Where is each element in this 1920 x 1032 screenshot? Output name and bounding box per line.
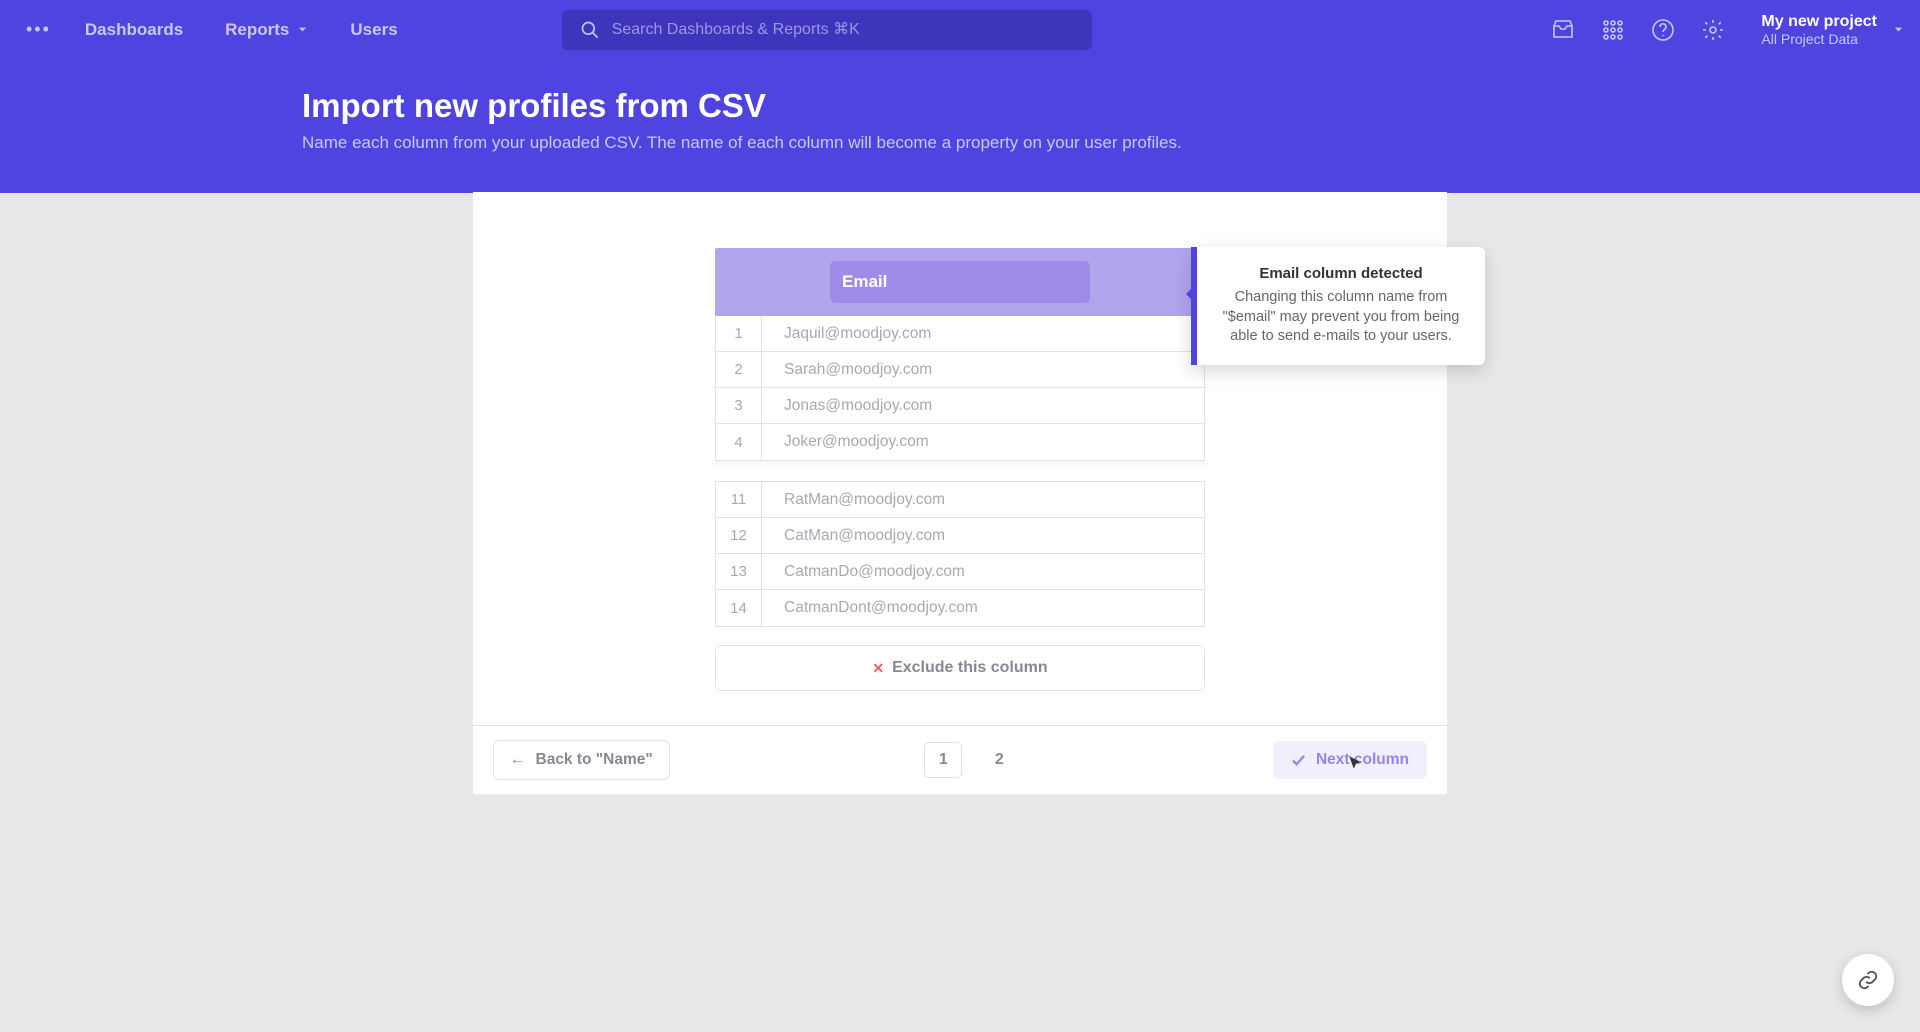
row-value: Jaquil@moodjoy.com — [762, 316, 931, 351]
row-number: 1 — [716, 316, 762, 351]
page-description: Name each column from your uploaded CSV.… — [302, 133, 1920, 153]
table-row: 14CatmanDont@moodjoy.com — [716, 590, 1204, 626]
project-chevron-icon — [1893, 24, 1904, 35]
menu-dots-icon[interactable]: ••• — [16, 11, 61, 48]
preview-table-bottom: 11RatMan@moodjoy.com12CatMan@moodjoy.com… — [715, 481, 1205, 627]
table-divider — [715, 461, 1205, 469]
row-number: 4 — [716, 424, 762, 460]
table-row: 1Jaquil@moodjoy.com — [716, 316, 1204, 352]
x-icon: ✕ — [872, 660, 884, 677]
pagination: 1 2 — [924, 742, 1018, 778]
search-container[interactable] — [562, 10, 1092, 50]
row-value: CatmanDont@moodjoy.com — [762, 590, 978, 626]
page-title: Import new profiles from CSV — [302, 87, 1920, 125]
check-icon — [1291, 753, 1306, 768]
topbar-right: My new project All Project Data — [1551, 13, 1904, 47]
gear-icon[interactable] — [1701, 18, 1725, 42]
column-name-input-wrap[interactable] — [830, 261, 1090, 303]
nav-reports-label: Reports — [225, 20, 289, 40]
page-1[interactable]: 1 — [924, 742, 962, 778]
apps-icon[interactable] — [1601, 18, 1625, 42]
back-label: Back to "Name" — [536, 751, 653, 769]
nav-reports[interactable]: Reports — [207, 10, 326, 50]
row-number: 3 — [716, 388, 762, 423]
row-number: 13 — [716, 554, 762, 589]
table-row: 12CatMan@moodjoy.com — [716, 518, 1204, 554]
back-button[interactable]: ← Back to "Name" — [493, 740, 670, 780]
tooltip-title: Email column detected — [1219, 265, 1463, 282]
table-row: 11RatMan@moodjoy.com — [716, 482, 1204, 518]
page-header: Import new profiles from CSV Name each c… — [0, 59, 1920, 193]
table-row: 13CatmanDo@moodjoy.com — [716, 554, 1204, 590]
link-fab[interactable] — [1842, 954, 1894, 1006]
row-number: 12 — [716, 518, 762, 553]
project-subtitle: All Project Data — [1761, 31, 1877, 47]
inbox-icon[interactable] — [1551, 18, 1575, 42]
column-header: Email column detected Changing this colu… — [715, 248, 1205, 316]
row-value: Sarah@moodjoy.com — [762, 352, 932, 387]
arrow-left-icon: ← — [510, 751, 526, 769]
project-name: My new project — [1761, 13, 1877, 31]
email-detected-tooltip: Email column detected Changing this colu… — [1191, 247, 1485, 365]
chevron-down-icon — [297, 24, 308, 35]
table-row: 2Sarah@moodjoy.com — [716, 352, 1204, 388]
row-value: RatMan@moodjoy.com — [762, 482, 945, 517]
nav-users-label: Users — [350, 20, 397, 40]
exclude-label: Exclude this column — [892, 659, 1048, 677]
nav-users[interactable]: Users — [332, 10, 415, 50]
card-footer: ← Back to "Name" 1 2 Next column — [473, 725, 1447, 794]
next-column-button[interactable]: Next column — [1273, 741, 1427, 779]
project-selector[interactable]: My new project All Project Data — [1761, 13, 1877, 47]
search-icon — [580, 20, 600, 40]
top-navbar: ••• Dashboards Reports Users My new proj… — [0, 0, 1920, 59]
row-number: 14 — [716, 590, 762, 626]
preview-table-top: 1Jaquil@moodjoy.com2Sarah@moodjoy.com3Jo… — [715, 316, 1205, 461]
link-icon — [1857, 969, 1879, 991]
table-row: 4Joker@moodjoy.com — [716, 424, 1204, 460]
help-icon[interactable] — [1651, 18, 1675, 42]
row-number: 2 — [716, 352, 762, 387]
main-card: Email column detected Changing this colu… — [473, 192, 1447, 794]
nav-dashboards-label: Dashboards — [85, 20, 183, 40]
row-value: CatMan@moodjoy.com — [762, 518, 945, 553]
page-2[interactable]: 2 — [980, 742, 1018, 778]
row-value: Joker@moodjoy.com — [762, 424, 929, 460]
row-number: 11 — [716, 482, 762, 517]
next-label: Next column — [1316, 751, 1409, 769]
row-value: Jonas@moodjoy.com — [762, 388, 932, 423]
tooltip-body: Changing this column name from "$email" … — [1219, 288, 1463, 347]
content-area: Email column detected Changing this colu… — [473, 192, 1447, 725]
column-name-input[interactable] — [842, 272, 1069, 292]
nav-dashboards[interactable]: Dashboards — [67, 10, 201, 50]
table-row: 3Jonas@moodjoy.com — [716, 388, 1204, 424]
row-value: CatmanDo@moodjoy.com — [762, 554, 965, 589]
exclude-column-button[interactable]: ✕ Exclude this column — [715, 645, 1205, 691]
search-input[interactable] — [612, 21, 1074, 39]
